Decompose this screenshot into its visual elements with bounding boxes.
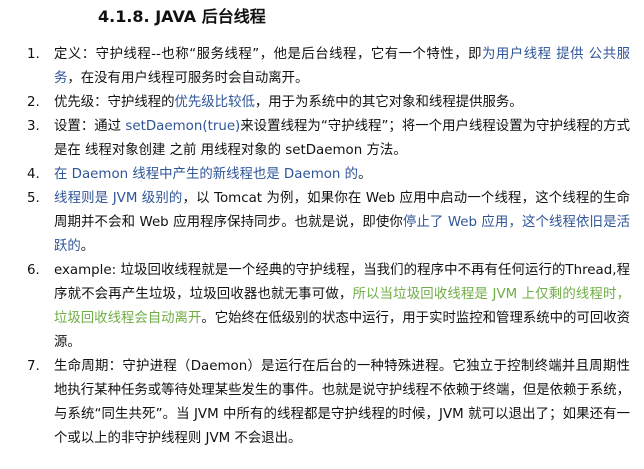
section-heading: 4.1.8. JAVA 后台线程 — [98, 7, 266, 26]
list-item-text: 设置：通过 setDaemon(true)来设置线程为“守护线程”；将一个用户线… — [54, 119, 630, 158]
list-item: 2. 优先级：守护线程的优先级比较低，用于为系统中的其它对象和线程提供服务。 — [0, 91, 644, 115]
list-item-text: 定义：守护线程--也称“服务线程”，他是后台线程，它有一个特性，即为用户线程 提… — [54, 47, 630, 86]
list-item: 4. 在 Daemon 线程中产生的新线程也是 Daemon 的。 — [0, 163, 644, 187]
list-item-number: 5. — [27, 191, 40, 206]
text-segment: 。 — [358, 167, 372, 182]
text-segment: 优先级：守护线程的 — [54, 95, 175, 110]
list-item-text: 在 Daemon 线程中产生的新线程也是 Daemon 的。 — [54, 167, 371, 182]
highlighted-text-segment: 线程则是 JVM 级别的 — [54, 191, 183, 206]
text-segment: ，在没有用户线程可服务时会自动离开。 — [67, 71, 309, 86]
list-item-number: 4. — [27, 167, 40, 182]
list-item: 7. 生命周期：守护进程（Daemon）是运行在后台的一种特殊进程。它独立于控制终… — [0, 355, 644, 451]
highlighted-text-segment: 优先级比较低 — [174, 95, 255, 110]
text-segment: 。 — [80, 239, 95, 254]
list-item-number: 3. — [27, 119, 40, 134]
list-item-text: 线程则是 JVM 级别的，以 Tomcat 为例，如果你在 Web 应用中启动一… — [54, 191, 630, 254]
list-item-number: 2. — [27, 95, 40, 110]
list-item-number: 7. — [27, 359, 40, 374]
text-segment: ，用于为系统中的其它对象和线程提供服务。 — [254, 95, 523, 110]
list-item-text: 优先级：守护线程的优先级比较低，用于为系统中的其它对象和线程提供服务。 — [54, 95, 523, 110]
highlighted-text-segment: setDaemon(true) — [125, 119, 241, 134]
highlighted-text-segment: 在 Daemon 线程中产生的新线程也是 Daemon 的 — [54, 167, 359, 182]
text-segment: 定义：守护线程--也称“服务线程”，他是后台线程，它有一个特性，即 — [54, 47, 483, 62]
list-item: 1. 定义：守护线程--也称“服务线程”，他是后台线程，它有一个特性，即为用户线程… — [0, 43, 644, 91]
list-item-number: 6. — [27, 263, 40, 278]
document-page: 4.1.8. JAVA 后台线程 1. 定义：守护线程--也称“服务线程”，他是后… — [0, 0, 644, 469]
list-item: 5. 线程则是 JVM 级别的，以 Tomcat 为例，如果你在 Web 应用中启… — [0, 187, 644, 259]
list-item-text: 生命周期：守护进程（Daemon）是运行在后台的一种特殊进程。它独立于控制终端并… — [54, 359, 630, 446]
list-item-text: example: 垃圾回收线程就是一个经典的守护线程，当我们的程序中不再有任何运… — [54, 263, 630, 350]
list-item: 6. example: 垃圾回收线程就是一个经典的守护线程，当我们的程序中不再有任… — [0, 259, 644, 355]
text-segment: 设置：通过 — [54, 119, 126, 134]
list-item: 3. 设置：通过 setDaemon(true)来设置线程为“守护线程”；将一个用… — [0, 115, 644, 163]
list-item-number: 1. — [27, 47, 40, 62]
numbered-list: 1. 定义：守护线程--也称“服务线程”，他是后台线程，它有一个特性，即为用户线程… — [0, 43, 644, 451]
text-segment: 生命周期：守护进程（Daemon）是运行在后台的一种特殊进程。它独立于控制终端并… — [54, 359, 630, 446]
